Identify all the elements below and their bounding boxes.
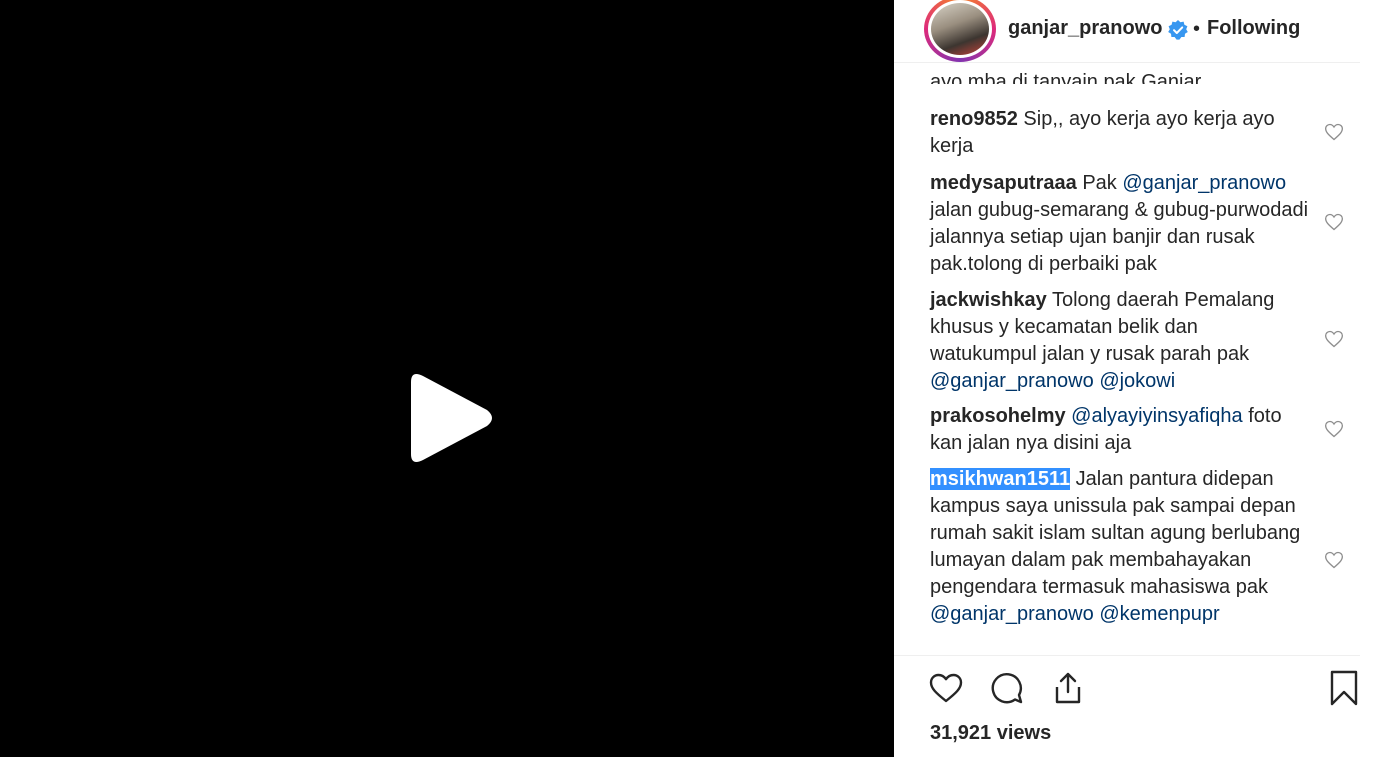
heart-icon[interactable] <box>928 670 964 706</box>
comment-item: jackwishkay Tolong daerah Pemalang khusu… <box>930 287 1310 395</box>
comment-bubble-icon[interactable] <box>989 670 1025 706</box>
comment-item: reno9852 Sip,, ayo kerja ayo kerja ayo k… <box>930 106 1310 160</box>
verified-badge-icon <box>1168 20 1188 40</box>
mention-link[interactable]: @alyayiyinsyafiqha <box>1071 405 1243 427</box>
comments-list[interactable]: ayo mba di tanyain pak Ganjar reno9852 S… <box>894 63 1360 655</box>
comment-like-heart-icon[interactable] <box>1324 329 1344 349</box>
mention-link[interactable]: @kemenpupr <box>1099 603 1219 625</box>
comment-like-heart-icon[interactable] <box>1324 122 1344 142</box>
following-button[interactable]: Following <box>1207 17 1300 40</box>
comment-username[interactable]: msikhwan1511 <box>930 468 1071 490</box>
comment-item: medysaputraaa Pak @ganjar_pranowo jalan … <box>930 170 1310 278</box>
comment-like-heart-icon[interactable] <box>1324 419 1344 439</box>
post-panel: ganjar_pranowo • Following ayo mba di ta… <box>894 0 1379 757</box>
bookmark-icon[interactable] <box>1326 670 1362 706</box>
comment-username[interactable]: medysaputraaa <box>930 172 1077 194</box>
comment-username[interactable]: prakosohelmy <box>930 405 1066 427</box>
action-bar <box>894 656 1360 716</box>
separator-dot: • <box>1193 18 1201 40</box>
avatar[interactable] <box>928 0 992 58</box>
share-icon[interactable] <box>1050 670 1086 706</box>
comment-like-heart-icon[interactable] <box>1324 212 1344 232</box>
mention-link[interactable]: @ganjar_pranowo <box>930 370 1094 392</box>
mention-link[interactable]: @ganjar_pranowo <box>930 603 1094 625</box>
post-header: ganjar_pranowo • Following <box>894 0 1360 62</box>
comment-text: jalan gubug-semarang & gubug-purwodadi j… <box>930 199 1309 275</box>
play-icon[interactable] <box>399 368 499 468</box>
partial-comment: ayo mba di tanyain pak Ganjar <box>930 71 1202 93</box>
comment-username[interactable]: jackwishkay <box>930 289 1047 311</box>
mention-link[interactable]: @ganjar_pranowo <box>1122 172 1286 194</box>
comment-username[interactable]: reno9852 <box>930 108 1018 130</box>
comment-item: prakosohelmy @alyayiyinsyafiqha foto kan… <box>930 403 1310 457</box>
comment-like-heart-icon[interactable] <box>1324 550 1344 570</box>
username-link[interactable]: ganjar_pranowo <box>1008 17 1162 40</box>
view-count[interactable]: 31,921 views <box>930 722 1051 745</box>
comment-item: msikhwan1511 Jalan pantura didepan kampu… <box>930 466 1310 628</box>
video-player[interactable] <box>0 0 894 757</box>
comment-text-prefix: Pak <box>1082 172 1123 194</box>
mention-link[interactable]: @jokowi <box>1099 370 1175 392</box>
